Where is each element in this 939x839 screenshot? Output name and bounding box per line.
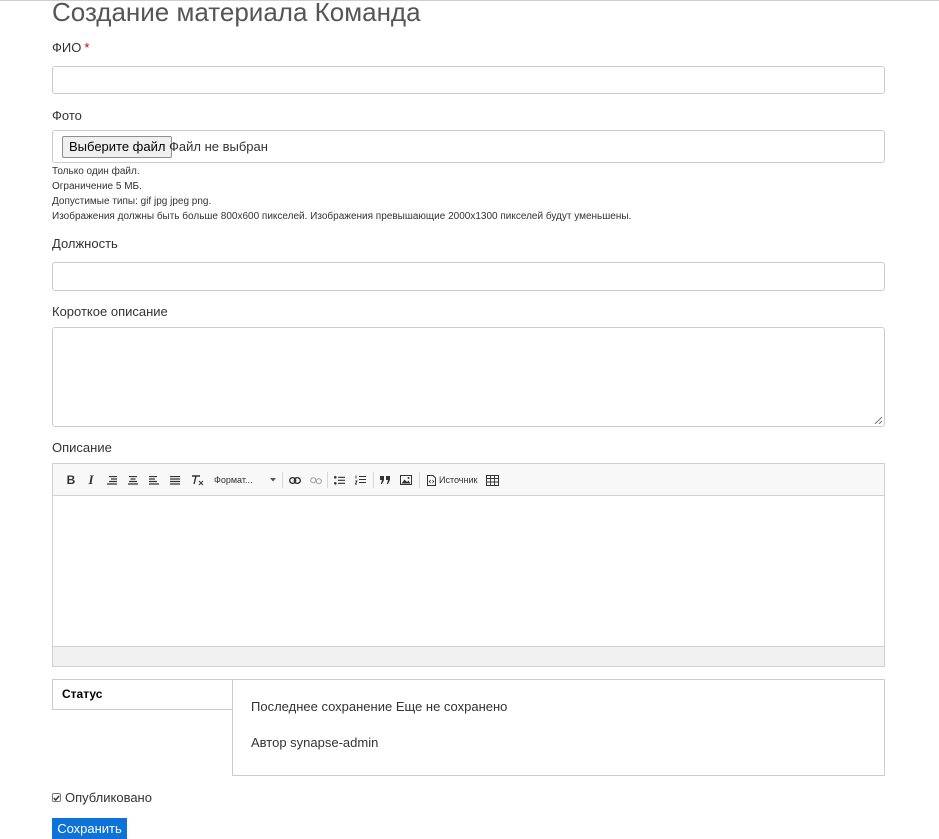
- table-icon[interactable]: [485, 472, 499, 488]
- italic-icon[interactable]: I: [85, 472, 97, 488]
- link-icon[interactable]: [288, 472, 302, 488]
- published-checkbox[interactable]: [52, 793, 61, 802]
- short-description-label: Короткое описание: [52, 304, 168, 319]
- last-saved-text: Последнее сохранение Еще не сохранено: [251, 699, 508, 714]
- file-status: Файл не выбран: [169, 139, 268, 154]
- align-left-icon[interactable]: [148, 472, 160, 488]
- help-line: Изображения должны быть больше 800x600 п…: [52, 211, 632, 222]
- numbered-list-icon[interactable]: [354, 472, 367, 488]
- tab-status[interactable]: Статус: [52, 679, 233, 710]
- format-dropdown-label: Формат...: [214, 475, 253, 485]
- checkmark-icon: [53, 794, 60, 801]
- position-label: Должность: [52, 236, 118, 251]
- source-icon[interactable]: [426, 472, 436, 488]
- fio-input[interactable]: [52, 66, 885, 94]
- format-dropdown[interactable]: Формат...: [214, 472, 276, 488]
- description-label: Описание: [52, 440, 112, 455]
- page-title: Создание материала Команда: [52, 0, 421, 27]
- toolbar-separator: [282, 472, 283, 488]
- bold-icon[interactable]: B: [65, 472, 77, 488]
- author-text: Автор synapse-admin: [251, 735, 379, 750]
- bulleted-list-icon[interactable]: [333, 472, 346, 488]
- published-control[interactable]: Опубликовано: [52, 790, 152, 805]
- chevron-down-icon[interactable]: [269, 472, 277, 488]
- source-button-label: Источник: [439, 475, 478, 485]
- align-right-icon[interactable]: [106, 472, 118, 488]
- save-button[interactable]: Сохранить: [52, 818, 127, 839]
- help-line: Допустимые типы: gif jpg jpeg png.: [52, 196, 212, 207]
- position-input[interactable]: [52, 262, 885, 291]
- fio-label: ФИО *: [52, 40, 89, 56]
- image-icon[interactable]: [399, 472, 413, 488]
- fio-label-text: ФИО: [52, 40, 82, 55]
- rich-text-editor: B I Формат... Источник: [52, 463, 885, 667]
- align-center-icon[interactable]: [127, 472, 139, 488]
- blockquote-icon[interactable]: [379, 472, 392, 488]
- required-mark: *: [84, 40, 90, 55]
- toolbar-separator: [419, 472, 420, 488]
- photo-file-input[interactable]: Выберите файл Файл не выбран: [52, 130, 885, 163]
- short-description-textarea[interactable]: [52, 327, 885, 427]
- choose-file-button[interactable]: Выберите файл: [62, 136, 173, 158]
- resize-grip-icon[interactable]: [874, 416, 882, 424]
- remove-format-icon[interactable]: [190, 472, 204, 488]
- editor-content-area[interactable]: [53, 496, 884, 646]
- editor-toolbar: B I Формат... Источник: [53, 464, 884, 496]
- help-line: Ограничение 5 МБ.: [52, 181, 142, 192]
- photo-help: Только один файл. Ограничение 5 МБ. Допу…: [52, 164, 631, 224]
- editor-statusbar: [53, 646, 884, 666]
- help-line: Только один файл.: [52, 166, 140, 177]
- toolbar-separator: [373, 472, 374, 488]
- status-panel: Последнее сохранение Еще не сохранено Ав…: [232, 679, 885, 776]
- toolbar-separator: [327, 472, 328, 488]
- align-justify-icon[interactable]: [169, 472, 181, 488]
- tab-status-label: Статус: [62, 687, 103, 701]
- published-label: Опубликовано: [65, 790, 152, 805]
- photo-label: Фото: [52, 108, 82, 123]
- source-button[interactable]: Источник: [439, 472, 481, 488]
- unlink-icon[interactable]: [309, 472, 323, 488]
